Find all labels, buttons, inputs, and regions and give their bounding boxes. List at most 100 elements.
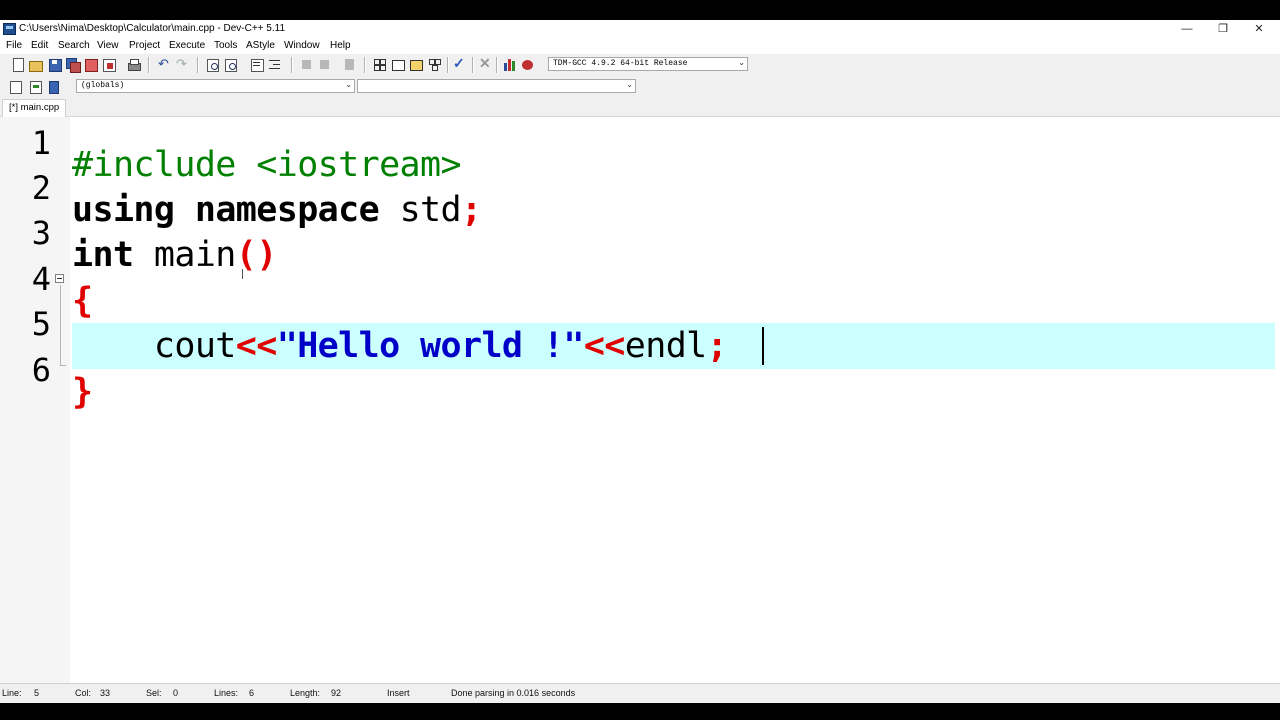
main-toolbar: ↶ ↷ ✓ ✕ TDM-GCC 4.9.2 64-bit Release ⌄	[0, 54, 760, 76]
class-select-value: (globals)	[81, 81, 125, 90]
text-caret	[762, 327, 764, 365]
debug-icon[interactable]	[520, 57, 536, 73]
line-number: 1	[31, 124, 51, 162]
replace-icon[interactable]	[223, 57, 239, 73]
class-select[interactable]: (globals) ⌄	[76, 79, 355, 93]
window-title: C:\Users\Nima\Desktop\Calculator\main.cp…	[19, 23, 286, 34]
status-length-value: 92	[331, 688, 342, 698]
minimize-button[interactable]: —	[1169, 20, 1205, 38]
profile-chart-icon[interactable]	[502, 57, 518, 73]
close-file-icon[interactable]	[83, 57, 99, 73]
project-manager-icon[interactable]	[372, 57, 388, 73]
toolbar-separator	[496, 57, 498, 73]
new-file-icon[interactable]	[10, 57, 26, 73]
menu-edit[interactable]: Edit	[31, 40, 48, 51]
code-editor[interactable]: 1 2 3 4 5 6 #include <iostream> using na…	[0, 117, 1280, 683]
goto-previous-icon[interactable]	[299, 57, 315, 73]
unindent-icon[interactable]	[267, 57, 283, 73]
chevron-down-icon: ⌄	[345, 80, 352, 89]
devcpp-window: C:\Users\Nima\Desktop\Calculator\main.cp…	[0, 20, 1280, 703]
print-icon[interactable]	[126, 57, 142, 73]
toolbar-separator	[472, 57, 474, 73]
code-token: {	[72, 281, 93, 321]
redo-icon[interactable]: ↷	[175, 56, 191, 73]
code-token: std	[379, 190, 462, 230]
check-syntax-icon[interactable]: ✓	[452, 55, 468, 73]
code-token: }	[72, 372, 93, 412]
bookmark-icon[interactable]	[342, 57, 358, 73]
code-token: endl	[624, 326, 707, 366]
member-select[interactable]: ⌄	[357, 79, 636, 93]
menu-help[interactable]: Help	[330, 40, 351, 51]
title-bar: C:\Users\Nima\Desktop\Calculator\main.cp…	[0, 20, 1280, 38]
code-line: #include <iostream>	[72, 142, 462, 188]
find-icon[interactable]	[205, 57, 221, 73]
close-all-icon[interactable]	[101, 57, 117, 73]
status-line-value: 5	[34, 688, 40, 698]
code-line: cout<<"Hello world !"<<endl;	[72, 323, 728, 369]
toggle-icon[interactable]	[28, 79, 44, 95]
code-token: namespace	[194, 190, 380, 230]
close-button[interactable]: ✕	[1241, 20, 1277, 38]
status-insert-mode: Insert	[387, 688, 410, 698]
stop-execution-icon[interactable]: ✕	[477, 55, 493, 73]
menu-project[interactable]: Project	[129, 40, 160, 51]
status-bar: Line: 5 Col: 33 Sel: 0 Lines: 6 Length: …	[0, 683, 1280, 703]
status-length-label: Length:	[290, 688, 321, 698]
goto-next-icon[interactable]	[317, 57, 333, 73]
goto-icon[interactable]	[46, 79, 62, 95]
menu-bar: File Edit Search View Project Execute To…	[0, 38, 1280, 54]
toolbar-separator	[364, 57, 366, 73]
status-lines-value: 6	[249, 688, 255, 698]
code-token: <<	[583, 326, 626, 366]
menu-tools[interactable]: Tools	[214, 40, 237, 51]
fold-end	[60, 365, 66, 366]
chevron-down-icon: ⌄	[626, 80, 633, 89]
status-line-label: Line:	[2, 688, 22, 698]
devcpp-app-icon	[3, 23, 16, 35]
toolbar-separator	[148, 57, 150, 73]
line-number: 4	[31, 260, 51, 298]
insert-icon[interactable]	[8, 79, 24, 95]
undo-icon[interactable]: ↶	[157, 56, 173, 73]
status-sel-label: Sel:	[146, 688, 162, 698]
code-line: {	[72, 278, 93, 324]
fold-line	[60, 285, 61, 365]
line-number: 6	[31, 351, 51, 389]
status-lines-label: Lines:	[214, 688, 239, 698]
menu-file[interactable]: File	[6, 40, 22, 51]
code-line: using namespace std;	[72, 187, 482, 233]
compiler-select-value: TDM-GCC 4.9.2 64-bit Release	[553, 59, 688, 68]
chevron-down-icon: ⌄	[738, 58, 745, 67]
open-file-icon[interactable]	[28, 57, 44, 73]
toolbar-separator	[447, 57, 449, 73]
mouse-ibeam-cursor-icon	[242, 269, 248, 279]
line-number: 5	[31, 305, 51, 343]
save-icon[interactable]	[47, 57, 63, 73]
maximize-button[interactable]: ❐	[1205, 20, 1241, 38]
code-token: cout	[72, 326, 237, 366]
secondary-toolbar: (globals) ⌄ ⌄	[0, 77, 640, 99]
status-sel-value: 0	[173, 688, 179, 698]
fold-collapse-icon[interactable]	[55, 274, 64, 283]
full-screen-icon[interactable]	[390, 57, 406, 73]
status-col-label: Col:	[75, 688, 92, 698]
menu-view[interactable]: View	[97, 40, 119, 51]
code-token: #include <iostream>	[72, 145, 462, 185]
menu-execute[interactable]: Execute	[169, 40, 205, 51]
compiler-select[interactable]: TDM-GCC 4.9.2 64-bit Release ⌄	[548, 57, 748, 71]
tab-main-cpp[interactable]: [*] main.cpp	[2, 99, 67, 117]
class-browser-icon[interactable]	[408, 57, 424, 73]
menu-astyle[interactable]: AStyle	[246, 40, 275, 51]
toolbar-separator	[291, 57, 293, 73]
toolbar-separator	[197, 57, 199, 73]
menu-search[interactable]: Search	[58, 40, 90, 51]
tile-windows-icon[interactable]	[427, 57, 443, 73]
save-all-icon[interactable]	[65, 57, 81, 73]
menu-window[interactable]: Window	[284, 40, 320, 51]
code-line: }	[72, 369, 93, 415]
code-token: using	[72, 190, 175, 230]
indent-icon[interactable]	[249, 57, 265, 73]
code-token: ;	[706, 326, 728, 366]
